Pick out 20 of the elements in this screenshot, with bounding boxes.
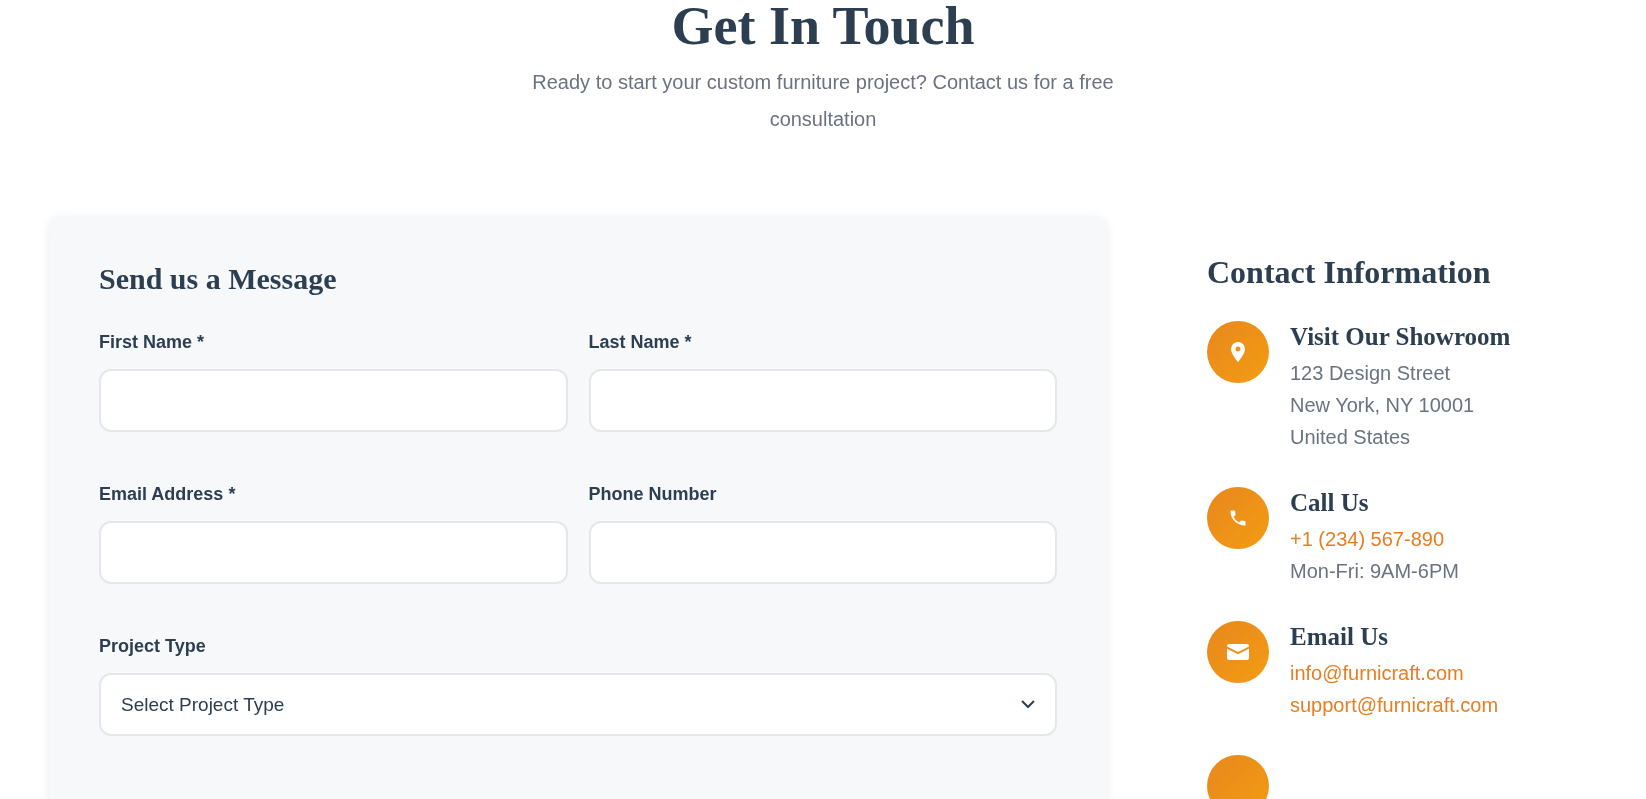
section-subtitle: Ready to start your custom furniture project? Contact us for a free consultation <box>531 70 1115 132</box>
contact-title: Contact Information <box>1207 254 1492 291</box>
field-label: Project Type <box>99 636 207 657</box>
section-title: Get In Touch <box>671 0 975 58</box>
contact-text: Mon-Fri: 9AM-6PM <box>1290 559 1459 584</box>
form-title: Send us a Message <box>99 262 338 296</box>
contact-text: New York, NY 10001 <box>1290 393 1476 418</box>
contact-item-title: Visit Our Showroom <box>1290 323 1511 351</box>
contact-text: United States <box>1290 425 1412 450</box>
contact-item-title: Email Us <box>1290 623 1389 651</box>
field-label: Email Address * <box>99 484 237 505</box>
field-label: Phone Number <box>588 484 718 505</box>
field-label: First Name * <box>99 332 206 353</box>
field-label: Last Name * <box>588 332 693 353</box>
contact-link[interactable]: support@furnicraft.com <box>1290 689 1499 721</box>
contact-link[interactable]: +1 (234) 567-890 <box>1290 523 1459 555</box>
contact-link[interactable]: info@furnicraft.com <box>1290 657 1499 689</box>
contact-text: 123 Design Street <box>1290 361 1452 386</box>
contact-item-title: Call Us <box>1290 489 1370 517</box>
project-type-select[interactable]: Select Project Type <box>99 673 1057 736</box>
